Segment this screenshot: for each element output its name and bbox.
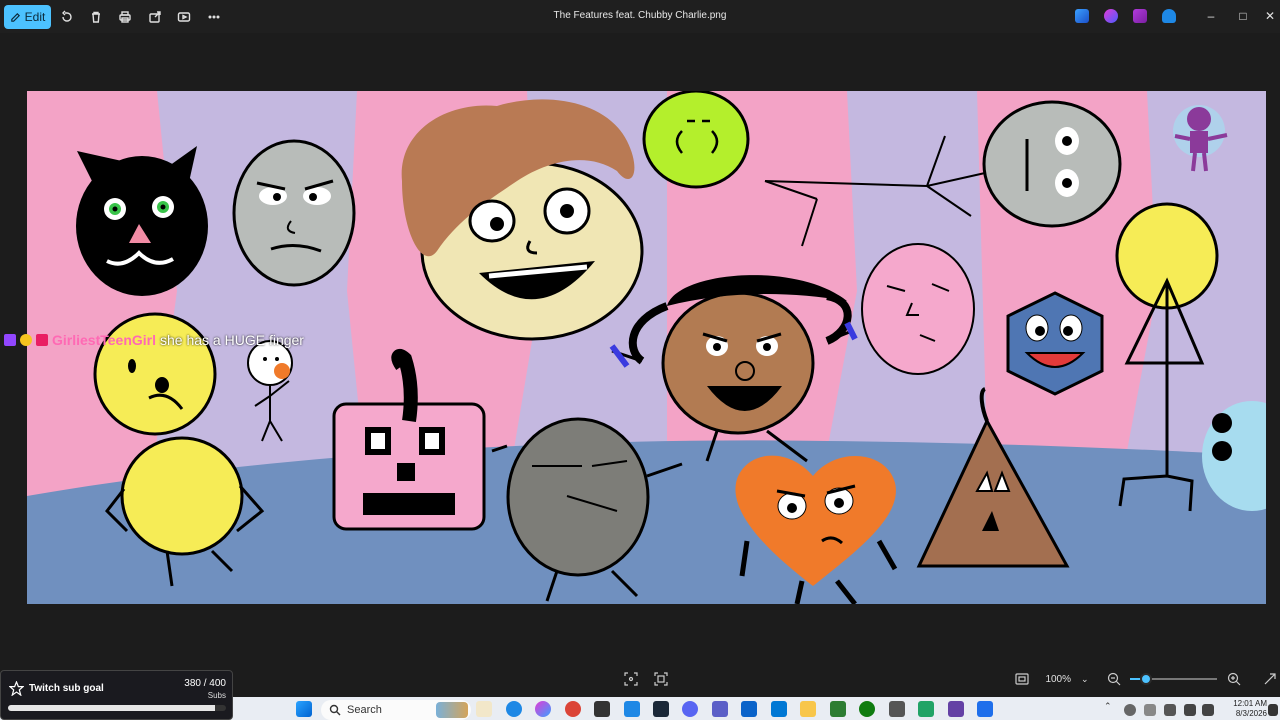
delete-icon[interactable] (87, 8, 105, 26)
gray-oval-character (982, 100, 1122, 228)
title-bar: Edit The Features feat. Chubby Charlie.p… (0, 0, 1280, 33)
chevron-up-icon[interactable]: ⌃ (1104, 701, 1114, 717)
taskbar-search[interactable]: Search (321, 700, 471, 720)
widget-icon[interactable] (476, 701, 492, 717)
clock-date: 8/3/2026 (1235, 709, 1267, 718)
sub-goal-unit: Subs (207, 691, 226, 700)
zoom-dropdown[interactable]: 100% ⌄ (1036, 670, 1098, 688)
lime-character (642, 91, 750, 189)
store-heart-icon[interactable] (771, 701, 787, 717)
app-green-icon[interactable] (918, 701, 934, 717)
expand-icon[interactable] (1262, 671, 1278, 687)
taskbar-clock[interactable]: 12:01 AM 8/3/2026 (1219, 699, 1267, 719)
tray-icon-3[interactable] (1164, 704, 1176, 716)
zoom-value-label: 100% (1045, 673, 1072, 685)
zoom-slider[interactable] (1130, 673, 1217, 685)
mail-icon[interactable] (741, 701, 757, 717)
print-icon[interactable] (116, 8, 134, 26)
blue-hexagon-character (1006, 291, 1104, 396)
photos-icon[interactable] (977, 701, 993, 717)
close-icon[interactable]: ✕ (1262, 8, 1278, 24)
sub-goal-progress-fill (8, 705, 216, 711)
zoom-out-icon[interactable] (1106, 671, 1122, 687)
edit-button-label: Edit (24, 10, 46, 24)
xbox-icon[interactable] (859, 701, 875, 717)
notification-icon[interactable] (1268, 704, 1278, 716)
sub-goal-count: 380 / 400 (184, 678, 226, 689)
file-explorer-icon[interactable] (800, 701, 816, 717)
edge-icon[interactable] (506, 701, 522, 717)
chat-username: GirliestTeenGirl (52, 332, 156, 348)
edit-icon (10, 12, 20, 22)
sub-goal-widget: Twitch sub goal 380 / 400 Subs (0, 670, 233, 720)
cat-character (76, 146, 208, 296)
epic-games-icon[interactable] (594, 701, 610, 717)
chat-message: GirliestTeenGirl she has a HUGE finger (4, 330, 304, 350)
clock-time: 12:01 AM (1233, 699, 1267, 708)
copilot-icon[interactable] (1104, 9, 1118, 23)
wifi-icon[interactable] (1184, 704, 1196, 716)
minimize-icon[interactable]: – (1203, 8, 1219, 24)
rotate-icon[interactable] (58, 8, 76, 26)
visual-search-icon[interactable] (653, 671, 669, 687)
slideshow-icon[interactable] (175, 8, 193, 26)
start-icon[interactable] (296, 701, 312, 717)
emote-badge-icon (20, 334, 32, 346)
sub-goal-title: Twitch sub goal (29, 683, 104, 694)
twitch-taskbar-icon[interactable] (948, 701, 964, 717)
teams-icon[interactable] (712, 701, 728, 717)
steam-icon[interactable] (653, 701, 669, 717)
zoom-in-icon[interactable] (1226, 671, 1242, 687)
search-highlight-image-icon (436, 702, 468, 718)
twitch-badge-icon (4, 334, 16, 346)
maximize-icon[interactable]: □ (1235, 8, 1251, 24)
search-icon (329, 704, 341, 716)
more-icon[interactable] (205, 8, 223, 26)
gift-badge-icon (36, 334, 48, 346)
spreadsheet-icon[interactable] (830, 701, 846, 717)
zoom-slider-thumb[interactable] (1139, 673, 1152, 685)
search-placeholder: Search (347, 704, 382, 716)
fit-to-window-icon[interactable] (1014, 671, 1030, 687)
share-icon[interactable] (146, 8, 164, 26)
discord-icon[interactable] (682, 701, 698, 717)
copilot-taskbar-icon[interactable] (535, 701, 551, 717)
tray-icon-1[interactable] (1124, 704, 1136, 716)
chat-text: she has a HUGE finger (160, 332, 304, 348)
edit-button[interactable]: Edit (4, 5, 51, 29)
clipchamp-icon[interactable] (1133, 9, 1147, 23)
onedrive-icon[interactable] (1162, 9, 1176, 23)
designer-icon[interactable] (1075, 9, 1089, 23)
chevron-down-icon: ⌄ (1081, 673, 1089, 684)
crop-region-icon[interactable] (623, 671, 639, 687)
tray-icon-2[interactable] (1144, 704, 1156, 716)
star-icon (9, 681, 24, 696)
gray-worried-character (232, 139, 356, 287)
monitor-icon[interactable] (889, 701, 905, 717)
app-a-icon[interactable] (624, 701, 640, 717)
volume-icon[interactable] (1202, 704, 1214, 716)
chrome-icon[interactable] (565, 701, 581, 717)
sub-goal-progress-bar (8, 705, 226, 711)
pink-oval-character (861, 243, 975, 375)
